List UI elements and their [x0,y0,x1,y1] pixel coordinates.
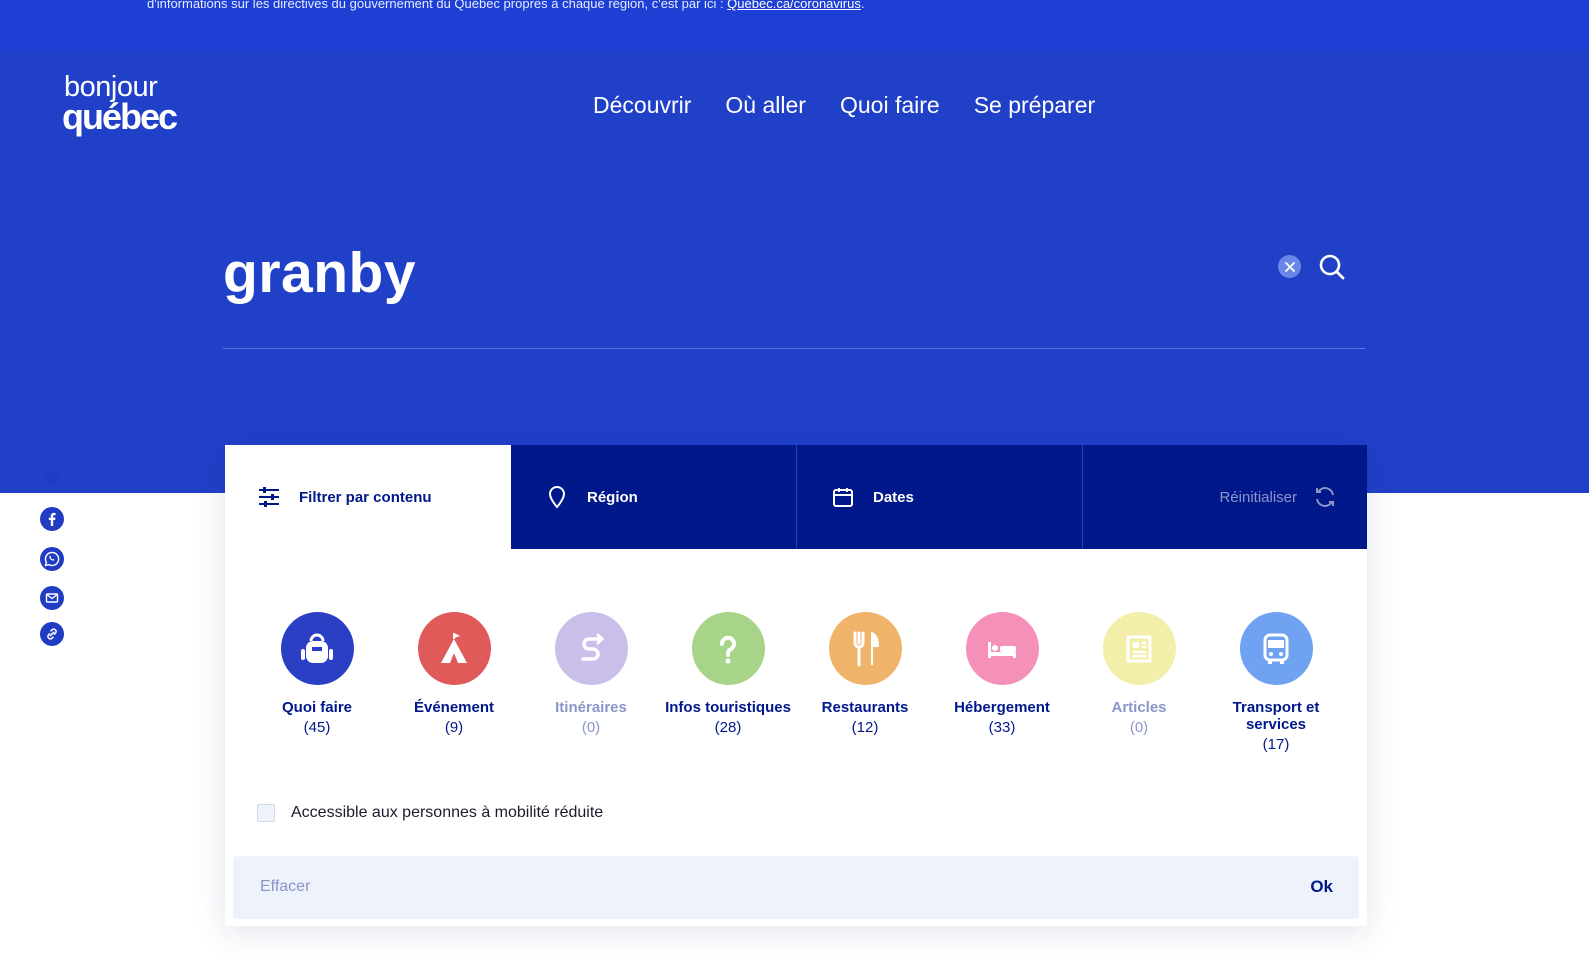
notice-text: d'informations sur les directives du gou… [147,0,728,11]
notice-suffix: . [860,0,865,11]
category-count: (45) [303,719,331,736]
category-count: (9) [444,719,464,736]
tab-divider [1082,445,1083,549]
calendar-icon [831,485,855,509]
refresh-icon [1316,487,1334,507]
share-whatsapp[interactable] [39,546,64,571]
logo-line-2: québec [62,96,178,137]
tab-filter-content[interactable]: Filtrer par contenu [225,445,511,549]
search-underline [223,348,1365,349]
hero-banner: d'informations sur les directives du gou… [0,0,1589,493]
covid-notice-text: d'informations sur les directives du gou… [147,0,864,11]
category-name: Infos touristiques [665,699,791,716]
sliders-icon [257,485,281,509]
main-nav: Découvrir Où aller Quoi faire Se prépare… [593,92,1095,119]
accessibility-label: Accessible aux personnes à mobilité rédu… [291,804,604,821]
category-name: Événement [413,699,495,716]
category-count: (17) [1262,736,1290,753]
backpack-icon [280,612,354,685]
category-hebergement[interactable]: Hébergement (33) [927,612,1077,736]
category-restaurants[interactable]: Restaurants (12) [790,612,940,736]
category-name: Hébergement [954,699,1050,716]
covid-notice-bar: d'informations sur les directives du gou… [0,0,1589,50]
email-icon [39,585,64,610]
share-twitter[interactable] [39,466,64,491]
tab-region[interactable]: Région [511,445,796,549]
category-name: Restaurants [821,699,909,716]
accessibility-filter[interactable]: Accessible aux personnes à mobilité rédu… [257,804,603,822]
category-count: (0) [1129,719,1149,736]
category-name: Itinéraires [555,699,627,716]
category-name: Transport et services [1232,699,1320,733]
accessibility-checkbox[interactable] [257,804,275,822]
nav-decouvrir[interactable]: Découvrir [593,92,691,119]
bus-icon [1239,612,1313,685]
whatsapp-icon [39,546,64,571]
clear-search-button[interactable] [1278,255,1301,278]
coronavirus-link[interactable]: Québec.ca/coronavirus [727,0,861,11]
ok-button[interactable]: Ok [1310,877,1333,897]
category-count: (28) [714,719,742,736]
share-facebook[interactable] [39,506,64,531]
category-itineraires[interactable]: Itinéraires (0) [516,612,666,736]
map-pin-icon [545,485,569,509]
category-name: Quoi faire [281,699,352,716]
nav-quoi-faire[interactable]: Quoi faire [840,92,940,119]
route-icon [554,612,628,685]
close-icon [1284,261,1295,272]
tab-region-label: Région [587,488,638,506]
filter-panel: Filtrer par contenu Région Dates Réiniti… [225,445,1367,926]
question-icon [691,612,765,685]
category-evenement[interactable]: Événement (9) [379,612,529,736]
category-count: (12) [851,719,879,736]
tab-dates[interactable]: Dates [797,445,1082,549]
bed-icon [965,612,1039,685]
link-icon [39,621,64,646]
nav-ou-aller[interactable]: Où aller [725,92,806,119]
reset-label: Réinitialiser [1219,488,1297,506]
reset-button[interactable]: Réinitialiser [1219,445,1367,549]
filter-footer: Effacer Ok [233,856,1359,919]
nav-se-preparer[interactable]: Se préparer [974,92,1095,119]
category-name: Articles [1111,699,1167,716]
share-email[interactable] [39,585,64,610]
category-transport-services[interactable]: Transport et services (17) [1201,612,1351,753]
category-infos-touristiques[interactable]: Infos touristiques (28) [653,612,803,736]
bonjour-quebec-logo[interactable]: bonjour québec [62,72,187,138]
search-button[interactable] [1318,253,1346,281]
category-quoi-faire[interactable]: Quoi faire (45) [242,612,392,736]
tent-icon [417,612,491,685]
tab-filter-content-label: Filtrer par contenu [299,488,432,506]
clear-button[interactable]: Effacer [260,878,310,896]
category-count: (33) [988,719,1016,736]
category-count: (0) [581,719,601,736]
category-articles[interactable]: Articles (0) [1064,612,1214,736]
filter-tabs: Filtrer par contenu Région Dates Réiniti… [225,445,1367,549]
fork-knife-icon [828,612,902,685]
share-copy-link[interactable] [39,621,64,646]
facebook-icon [39,506,64,531]
search-input[interactable]: granby [223,240,416,306]
tab-dates-label: Dates [873,488,914,506]
article-icon [1102,612,1176,685]
search-icon [1319,254,1345,280]
twitter-icon [43,471,60,485]
